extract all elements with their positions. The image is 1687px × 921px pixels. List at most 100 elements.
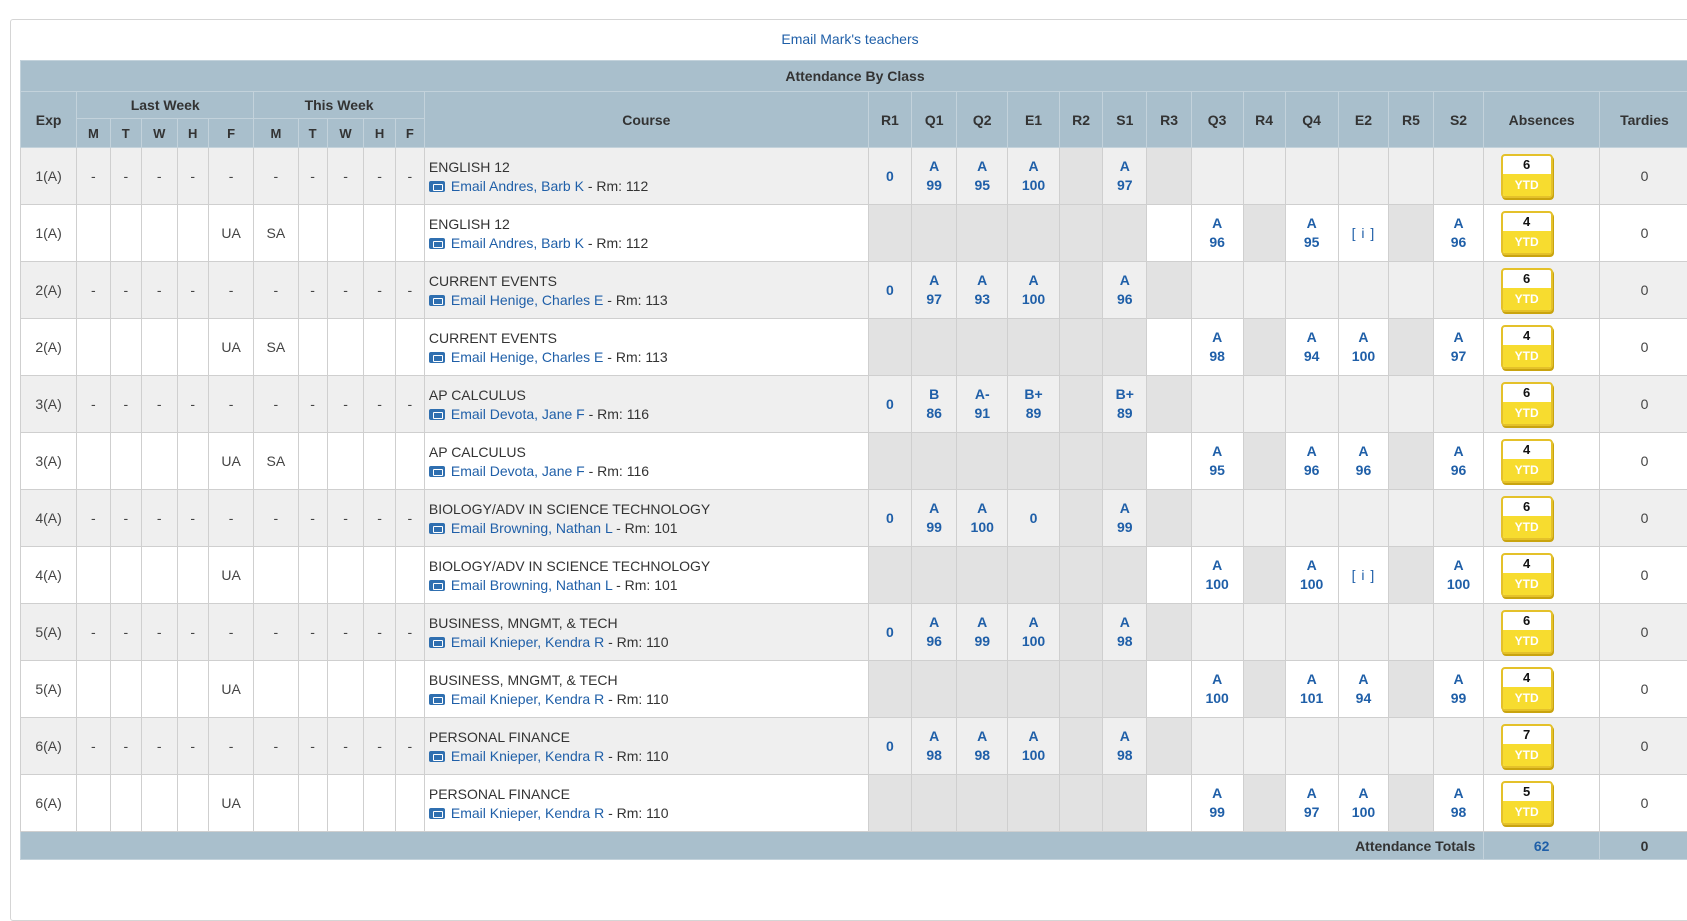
grade-link[interactable]: A96 (1339, 442, 1389, 480)
email-teacher-link[interactable]: Email Henige, Charles E (451, 349, 604, 365)
grade-link[interactable]: A98 (1103, 727, 1146, 765)
grade-link[interactable]: B86 (912, 385, 956, 423)
day-cell (364, 547, 395, 604)
grade-percent: 97 (912, 290, 956, 309)
email-teacher-link[interactable]: Email Knieper, Kendra R (451, 748, 604, 764)
grade-link[interactable]: A98 (1434, 784, 1484, 822)
grade-link[interactable]: A98 (1192, 328, 1243, 366)
email-teacher-link[interactable]: Email Browning, Nathan L (451, 577, 612, 593)
grade-link[interactable]: A95 (1286, 214, 1338, 252)
grade-link[interactable]: B+89 (1103, 385, 1146, 423)
term-cell-q1 (912, 775, 957, 832)
absences-badge[interactable]: 6YTD (1501, 154, 1553, 198)
term-cell-q3 (1191, 148, 1243, 205)
absences-badge[interactable]: 7YTD (1501, 724, 1553, 768)
term-value[interactable]: 0 (869, 737, 911, 756)
term-value[interactable]: 0 (869, 281, 911, 300)
email-teacher-link[interactable]: Email Knieper, Kendra R (451, 634, 604, 650)
term-cell-r2 (1059, 775, 1102, 832)
grade-link[interactable]: A-91 (957, 385, 1007, 423)
grade-link[interactable]: A99 (1103, 499, 1146, 537)
grade-link[interactable]: A99 (957, 613, 1007, 651)
absences-badge[interactable]: 4YTD (1501, 211, 1553, 255)
absences-badge[interactable]: 6YTD (1501, 382, 1553, 426)
term-value[interactable]: 0 (869, 167, 911, 186)
exp-cell: 6(A) (21, 775, 77, 832)
grade-link[interactable]: A98 (957, 727, 1007, 765)
grade-link[interactable]: A96 (1434, 214, 1484, 252)
info-link[interactable]: [ i ] (1352, 567, 1376, 583)
grade-link[interactable]: A95 (957, 157, 1007, 195)
term-cell-r5 (1389, 205, 1433, 262)
email-teacher-link[interactable]: Email Devota, Jane F (451, 406, 585, 422)
grade-link[interactable]: A95 (1192, 442, 1243, 480)
grade-link[interactable]: A100 (1008, 271, 1059, 309)
course-name: AP CALCULUS (429, 387, 868, 403)
grade-link[interactable]: A100 (1192, 556, 1243, 594)
grade-link[interactable]: A96 (1192, 214, 1243, 252)
day-cell (77, 661, 110, 718)
term-value[interactable]: 0 (869, 509, 911, 528)
grade-link[interactable]: A98 (1103, 613, 1146, 651)
email-teacher-link[interactable]: Email Devota, Jane F (451, 463, 585, 479)
grade-letter: A (1434, 442, 1484, 461)
term-cell-q1 (912, 319, 957, 376)
term-cell-q2: A93 (957, 262, 1008, 319)
grade-link[interactable]: A99 (1192, 784, 1243, 822)
day-cell (364, 205, 395, 262)
email-teacher-link[interactable]: Email Andres, Barb K (451, 235, 584, 251)
absences-badge[interactable]: 6YTD (1501, 610, 1553, 654)
grade-link[interactable]: A100 (1339, 328, 1389, 366)
grade-link[interactable]: A97 (1103, 157, 1146, 195)
grade-link[interactable]: A100 (1339, 784, 1389, 822)
grade-link[interactable]: A100 (1008, 157, 1059, 195)
absences-badge[interactable]: 4YTD (1501, 553, 1553, 597)
term-value[interactable]: 0 (869, 395, 911, 414)
email-teacher-link[interactable]: Email Henige, Charles E (451, 292, 604, 308)
info-link[interactable]: [ i ] (1352, 225, 1376, 241)
day-cell: - (77, 148, 110, 205)
absences-badge[interactable]: 4YTD (1501, 439, 1553, 483)
grade-link[interactable]: A96 (1103, 271, 1146, 309)
email-teacher-link[interactable]: Email Knieper, Kendra R (451, 691, 604, 707)
grade-link[interactable]: A96 (912, 613, 956, 651)
term-cell-q4 (1285, 148, 1338, 205)
grade-link[interactable]: A99 (912, 499, 956, 537)
absences-badge[interactable]: 4YTD (1501, 325, 1553, 369)
grade-letter: A (1103, 271, 1146, 290)
grade-link[interactable]: A97 (1286, 784, 1338, 822)
ytd-label: YTD (1503, 687, 1551, 709)
grade-link[interactable]: A100 (1008, 727, 1059, 765)
email-teacher-link[interactable]: Email Andres, Barb K (451, 178, 584, 194)
grade-link[interactable]: A99 (1434, 670, 1484, 708)
grade-link[interactable]: A99 (912, 157, 956, 195)
grade-link[interactable]: B+89 (1008, 385, 1059, 423)
grade-link[interactable]: A101 (1286, 670, 1338, 708)
term-value[interactable]: 0 (1008, 509, 1059, 528)
absences-badge[interactable]: 6YTD (1501, 268, 1553, 312)
day-cell (254, 661, 298, 718)
grade-link[interactable]: A100 (957, 499, 1007, 537)
email-teacher-link[interactable]: Email Browning, Nathan L (451, 520, 612, 536)
grade-link[interactable]: A100 (1434, 556, 1484, 594)
absences-badge[interactable]: 4YTD (1501, 667, 1553, 711)
email-teacher-link[interactable]: Email Knieper, Kendra R (451, 805, 604, 821)
absences-badge[interactable]: 5YTD (1501, 781, 1553, 825)
grade-link[interactable]: A100 (1286, 556, 1338, 594)
grade-link[interactable]: A93 (957, 271, 1007, 309)
grade-link[interactable]: A98 (912, 727, 956, 765)
grade-link[interactable]: A96 (1286, 442, 1338, 480)
grade-link[interactable]: A96 (1434, 442, 1484, 480)
grade-link[interactable]: A97 (1434, 328, 1484, 366)
grade-link[interactable]: A100 (1008, 613, 1059, 651)
term-value[interactable]: 0 (869, 623, 911, 642)
grade-link[interactable]: A97 (912, 271, 956, 309)
absences-badge[interactable]: 6YTD (1501, 496, 1553, 540)
grade-link[interactable]: A94 (1339, 670, 1389, 708)
grade-link[interactable]: A94 (1286, 328, 1338, 366)
grade-link[interactable]: A100 (1192, 670, 1243, 708)
term-cell-r3 (1147, 547, 1191, 604)
email-teachers-link[interactable]: Email Mark's teachers (0, 31, 1687, 47)
ytd-label: YTD (1503, 402, 1551, 424)
term-cell-e1: B+89 (1008, 376, 1060, 433)
